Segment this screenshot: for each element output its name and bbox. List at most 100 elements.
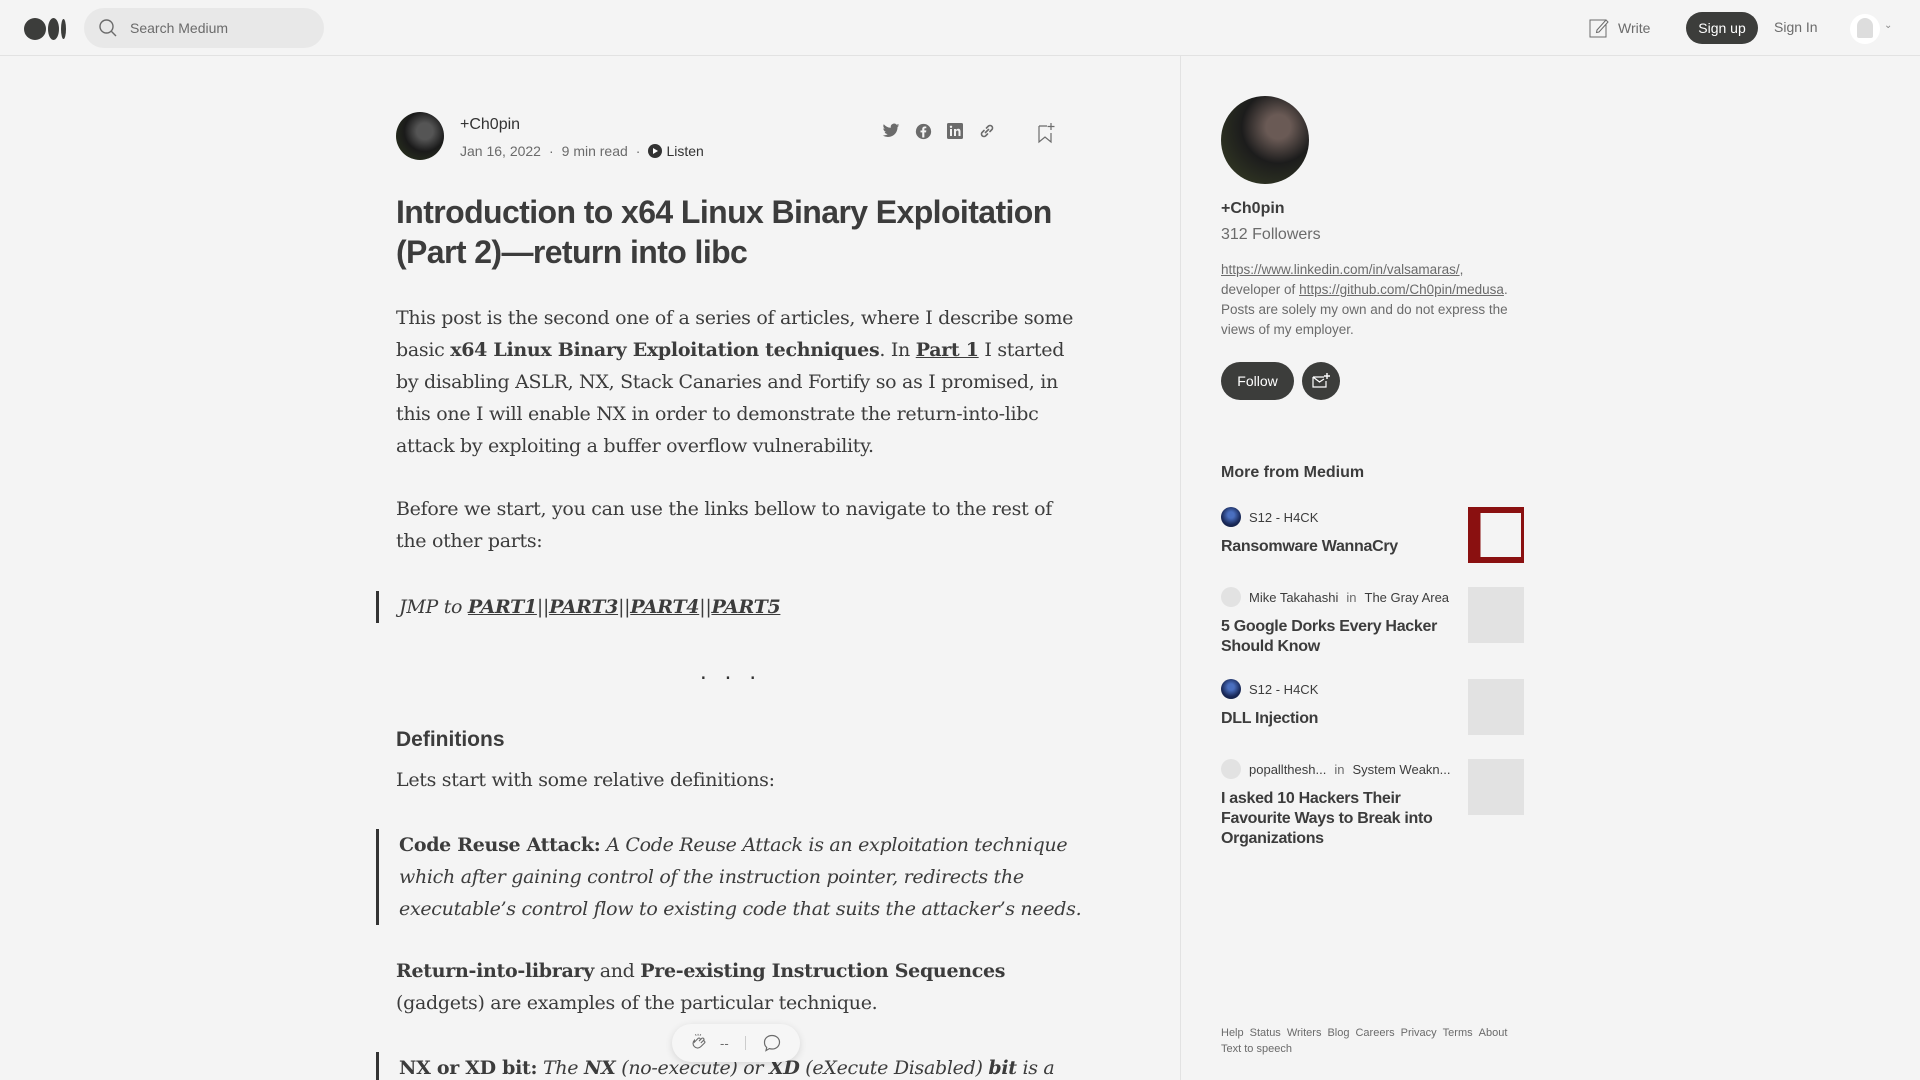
rec-title[interactable]: DLL Injection	[1221, 709, 1451, 729]
footer-link-status[interactable]: Status	[1250, 1027, 1281, 1039]
recommendation-item[interactable]: Mike Takahashi in The Gray Area 5 Google D…	[1221, 587, 1526, 657]
separator: ||	[699, 596, 712, 618]
chevron-down-icon[interactable]: ⌄	[1884, 20, 1892, 31]
text: The	[537, 1057, 584, 1079]
rec-title[interactable]: I asked 10 Hackers Their Favourite Ways …	[1221, 789, 1451, 849]
author-sidebar: +Ch0pin 312 Followers https://www.linked…	[1221, 96, 1526, 400]
sign-in-link[interactable]: Sign In	[1774, 19, 1818, 35]
author-avatar	[1221, 679, 1241, 699]
part-link[interactable]: PART1	[468, 596, 537, 618]
followers-count: 312 Followers	[1221, 226, 1321, 243]
jmp-prefix: JMP to	[399, 596, 468, 618]
part-link[interactable]: PART3	[549, 596, 618, 618]
copy-link-icon[interactable]	[978, 122, 996, 140]
footer-link-text-to-speech[interactable]: Text to speech	[1221, 1043, 1292, 1055]
recommendation-item[interactable]: S12 - H4CK DLL Injection	[1221, 679, 1526, 735]
bold-text: Pre-existing Instruction Sequences	[640, 960, 1006, 982]
text: (gadgets) are examples of the particular…	[396, 992, 878, 1014]
author-name[interactable]: +Ch0pin	[460, 116, 520, 134]
bold-text: x64 Linux Binary Exploitation techniques	[450, 339, 880, 361]
term: Code Reuse Attack:	[399, 834, 601, 856]
medium-logo[interactable]	[24, 16, 68, 40]
subscribe-email-button[interactable]	[1302, 362, 1340, 400]
search-input[interactable]	[130, 8, 310, 48]
author-bio: https://www.linkedin.com/in/valsamaras/,…	[1221, 260, 1526, 340]
rec-author[interactable]: S12 - H4CK	[1249, 510, 1318, 525]
sidebar-author-avatar[interactable]	[1221, 96, 1309, 184]
twitter-icon[interactable]	[882, 122, 900, 140]
bookmark-add-icon[interactable]	[1036, 122, 1056, 144]
meta-dot: ·	[548, 143, 554, 159]
bold-text: Return-into-library	[396, 960, 594, 982]
facebook-icon[interactable]	[914, 122, 932, 140]
rec-thumbnail[interactable]	[1468, 507, 1524, 563]
sign-up-button[interactable]: Sign up	[1686, 12, 1758, 44]
text: and	[593, 960, 641, 982]
rec-author[interactable]: S12 - H4CK	[1249, 682, 1318, 697]
bold-text: bit	[988, 1057, 1017, 1079]
rec-thumbnail[interactable]	[1468, 587, 1524, 643]
recommendation-item[interactable]: S12 - H4CK Ransomware WannaCry	[1221, 507, 1526, 563]
linkedin-icon[interactable]	[946, 122, 964, 140]
follow-button[interactable]: Follow	[1221, 362, 1294, 400]
code-reuse-quote: Code Reuse Attack: A Code Reuse Attack i…	[376, 829, 1086, 925]
floating-action-bar: --	[672, 1024, 800, 1062]
footer-link-terms[interactable]: Terms	[1443, 1027, 1473, 1039]
sidebar-footer: Help Status Writers Blog Careers Privacy Terms…	[1221, 1025, 1531, 1057]
rec-author[interactable]: popallthesh...	[1249, 762, 1326, 777]
footer-link-about[interactable]: About	[1479, 1027, 1508, 1039]
listen-button[interactable]: Listen	[648, 143, 704, 159]
author-avatar[interactable]	[396, 112, 444, 160]
footer-link-careers[interactable]: Careers	[1355, 1027, 1394, 1039]
author-avatar	[1221, 759, 1241, 779]
rec-author[interactable]: Mike Takahashi	[1249, 590, 1338, 605]
github-link[interactable]: https://github.com/Ch0pin/medusa	[1299, 282, 1504, 297]
text: . In	[879, 339, 916, 361]
mail-plus-icon	[1312, 373, 1330, 388]
clap-count: --	[720, 1035, 729, 1051]
rec-thumbnail[interactable]	[1468, 679, 1524, 735]
parts-nav-quote: JMP to PART1||PART3||PART4||PART5	[376, 591, 1086, 623]
comment-icon[interactable]	[762, 1033, 782, 1053]
term: NX or XD bit:	[399, 1057, 538, 1079]
linkedin-link[interactable]: https://www.linkedin.com/in/valsamaras/	[1221, 262, 1460, 277]
more-from-medium-heading: More from Medium	[1221, 464, 1365, 481]
clap-icon[interactable]	[688, 1032, 710, 1054]
rec-title[interactable]: 5 Google Dorks Every Hacker Should Know	[1221, 617, 1451, 657]
write-label: Write	[1618, 20, 1651, 36]
footer-link-help[interactable]: Help	[1221, 1027, 1244, 1039]
search-box[interactable]	[84, 8, 324, 48]
definitions-intro: Lets start with some relative definition…	[396, 769, 775, 791]
write-button[interactable]: Write	[1588, 16, 1650, 40]
bold-text: NX	[583, 1057, 616, 1079]
top-navbar: Write Sign up Sign In ⌄	[0, 0, 1920, 56]
part-link[interactable]: PART4	[630, 596, 699, 618]
search-icon	[99, 19, 117, 37]
rec-publication[interactable]: The Gray Area	[1365, 590, 1450, 605]
author-actions: Follow	[1221, 362, 1526, 400]
footer-link-writers[interactable]: Writers	[1287, 1027, 1322, 1039]
separator: ||	[536, 596, 550, 618]
sidebar-author-name[interactable]: +Ch0pin	[1221, 200, 1526, 218]
play-icon	[648, 144, 663, 158]
navigation-paragraph: Before we start, you can use the links b…	[396, 498, 1053, 552]
author-avatar	[1221, 507, 1241, 527]
footer-link-privacy[interactable]: Privacy	[1401, 1027, 1437, 1039]
article-title: Introduction to x64 Linux Binary Exploit…	[396, 194, 1052, 270]
part-link[interactable]: PART5	[711, 596, 780, 618]
part1-link[interactable]: Part 1	[916, 339, 979, 361]
divider	[744, 1036, 746, 1050]
meta-dot: ·	[635, 143, 641, 159]
in-label: in	[1346, 589, 1357, 605]
rec-title[interactable]: Ransomware WannaCry	[1221, 537, 1451, 557]
rec-publication[interactable]: System Weakn...	[1352, 762, 1450, 777]
in-label: in	[1334, 761, 1345, 777]
share-icons	[882, 122, 996, 140]
user-avatar[interactable]	[1850, 14, 1880, 44]
footer-link-blog[interactable]: Blog	[1327, 1027, 1349, 1039]
read-time: 9 min read	[561, 143, 628, 159]
rec-thumbnail[interactable]	[1468, 759, 1524, 815]
recommendation-item[interactable]: popallthesh... in System Weakn... I asked …	[1221, 759, 1526, 849]
author-avatar	[1221, 587, 1241, 607]
text: (eXecute Disabled)	[799, 1057, 989, 1079]
